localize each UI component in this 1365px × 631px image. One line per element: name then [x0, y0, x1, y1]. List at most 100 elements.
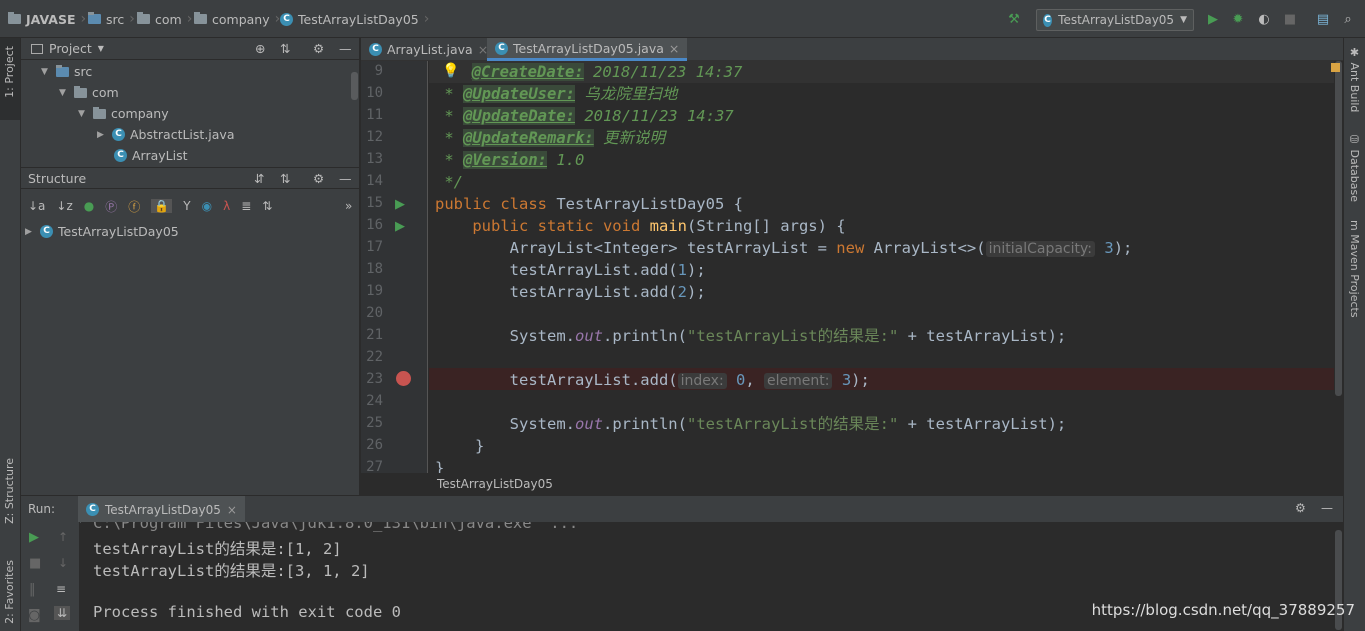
stop-icon[interactable]: ■	[29, 556, 41, 571]
ant-icon: ✱	[1348, 46, 1361, 59]
minimize-icon[interactable]: —	[339, 41, 352, 56]
collapse-all-icon[interactable]: ⇅	[262, 199, 272, 213]
sort-alphabetically-icon[interactable]: ↓z	[56, 199, 72, 213]
run-configuration-select[interactable]: C TestArrayListDay05 ▼	[1036, 9, 1194, 31]
gear-icon[interactable]: ⚙	[1295, 501, 1306, 515]
search-icon[interactable]: ⌕	[1340, 11, 1356, 27]
show-lambdas-icon[interactable]: ◉	[202, 199, 212, 213]
tree-item-company[interactable]: ▼ company	[78, 106, 169, 121]
keyword: public static void	[472, 217, 641, 235]
line-number: 10	[366, 85, 383, 101]
project-scrollbar[interactable]	[351, 72, 358, 100]
tree-item-src[interactable]: ▼ src	[41, 64, 92, 79]
gear-icon[interactable]: ⚙	[313, 171, 324, 186]
tree-item-arraylist[interactable]: C ArrayList	[114, 148, 188, 163]
soft-wrap-icon[interactable]: ≡	[56, 582, 66, 596]
run-tab[interactable]: C TestArrayListDay05 ×	[78, 496, 245, 523]
package-icon	[194, 12, 207, 24]
show-non-public-icon[interactable]: 🔒	[151, 199, 173, 213]
camera-icon[interactable]: ◙	[28, 608, 41, 623]
tree-item-com[interactable]: ▼ com	[59, 85, 119, 100]
line-number: 15	[366, 195, 383, 211]
stop-icon[interactable]: ■	[1282, 11, 1298, 27]
warning-marker-icon[interactable]	[1331, 63, 1340, 72]
class-icon: C	[369, 43, 382, 56]
expand-all-icon[interactable]: ⇵	[254, 171, 264, 186]
debug-bug-icon[interactable]: ✹	[1230, 11, 1246, 27]
breadcrumb-company[interactable]: company ›	[194, 11, 280, 27]
build-hammer-icon[interactable]: ⚒	[1006, 11, 1022, 27]
more-icon[interactable]: »	[345, 199, 352, 213]
tool-tab-ant-build[interactable]: ✱ Ant Build	[1348, 46, 1361, 112]
code-line-15: public class TestArrayListDay05 {	[435, 193, 743, 215]
line-number: 22	[366, 349, 383, 365]
run-icon[interactable]: ▶	[1205, 11, 1221, 27]
editor-scrollbar[interactable]	[1331, 61, 1343, 495]
project-structure-icon[interactable]: ▤	[1315, 11, 1331, 27]
rerun-icon[interactable]: ▶	[29, 530, 39, 545]
tab-arraylist-java[interactable]: C ArrayList.java ×	[361, 38, 496, 61]
pause-icon[interactable]: ‖	[29, 582, 36, 597]
tool-tab-label: Maven Projects	[1348, 234, 1361, 318]
line-number: 25	[366, 415, 383, 431]
line-number: 12	[366, 129, 383, 145]
tool-tab-favorites[interactable]: 2: Favorites	[3, 560, 16, 624]
editor-gutter: 9 10 11 12 13 14 15 16 17 18 19 20 21 22 23 24 25 26 27 ▶ …	[361, 61, 428, 475]
run-gutter-icon[interactable]: ▶	[395, 197, 405, 212]
coverage-shield-icon[interactable]: ◐	[1256, 11, 1272, 27]
javadoc-value: 更新说明	[593, 129, 665, 147]
locate-target-icon[interactable]: ⊕	[255, 41, 265, 56]
project-title[interactable]: Project	[49, 41, 92, 56]
line-number: 11	[366, 107, 383, 123]
breakpoint-icon[interactable]	[396, 371, 411, 386]
chevron-down-icon[interactable]: ▼	[98, 44, 104, 53]
expand-arrow-icon: ▼	[41, 66, 48, 77]
run-gutter-icon[interactable]: ▶	[395, 219, 405, 234]
show-inherited-icon[interactable]: ●	[84, 199, 94, 213]
breadcrumb-project[interactable]: JAVASE ›	[8, 11, 86, 27]
tool-tab-structure[interactable]: Z: Structure	[3, 458, 16, 524]
console-line: C:\Program Files\Java\jdk1.8.0_131\bin\j…	[93, 522, 579, 532]
breadcrumb-label: company	[212, 11, 270, 27]
lambda-icon[interactable]: λ	[223, 199, 230, 213]
close-icon[interactable]: ×	[227, 503, 237, 517]
tool-tab-maven[interactable]: m Maven Projects	[1348, 220, 1361, 318]
editor-breadcrumb[interactable]: TestArrayListDay05	[429, 473, 1334, 495]
tab-testarraylistday05-java[interactable]: C TestArrayListDay05.java ×	[487, 38, 688, 61]
code-line-11: * @UpdateDate: 2018/11/23 14:37	[435, 107, 734, 125]
arrow-up-icon[interactable]: ↑	[58, 530, 68, 544]
close-icon[interactable]: ×	[669, 41, 679, 56]
breadcrumb-class[interactable]: C TestArrayListDay05 ›	[280, 11, 429, 27]
sort-by-visibility-icon[interactable]: ↓a	[28, 199, 45, 213]
run-toolbar-secondary: ↑ ↓ ≡ ⇊	[48, 522, 80, 631]
minimize-icon[interactable]: —	[339, 171, 352, 186]
line-number: 27	[366, 459, 383, 475]
show-fields-icon[interactable]: ⓕ	[128, 198, 140, 215]
package-icon	[74, 85, 87, 98]
scroll-to-end-icon[interactable]: ⇊	[54, 606, 71, 620]
minimize-icon[interactable]: —	[1321, 501, 1333, 515]
gear-icon[interactable]: ⚙	[313, 41, 324, 56]
parameter-hint: element:	[764, 373, 833, 389]
code-text: System.	[509, 415, 575, 433]
code-line-14: */	[435, 173, 463, 191]
package-icon	[137, 12, 150, 24]
line-number: 20	[366, 305, 383, 321]
code-text: testArrayList.add(	[509, 283, 678, 301]
collapse-all-icon[interactable]: ⇅	[280, 41, 290, 56]
show-properties-icon[interactable]: Ⓟ	[105, 198, 117, 215]
arrow-down-icon[interactable]: ↓	[58, 556, 68, 570]
tool-tab-database[interactable]: ⛁ Database	[1348, 133, 1361, 202]
show-anonymous-icon[interactable]: Y	[183, 199, 190, 213]
expand-all-icon[interactable]: ≣	[241, 199, 251, 213]
tool-tab-project[interactable]: 1: Project	[3, 46, 16, 98]
structure-root-item[interactable]: ▶ C TestArrayListDay05	[25, 224, 179, 239]
breadcrumb-com[interactable]: com ›	[137, 11, 192, 27]
breadcrumb-src[interactable]: src ›	[88, 11, 135, 27]
collapse-all-icon[interactable]: ⇅	[280, 171, 290, 186]
tree-item-abstractlist[interactable]: ▶ C AbstractList.java	[97, 127, 235, 142]
collapse-arrow-icon: ▶	[97, 129, 104, 140]
editor-scroll-thumb[interactable]	[1335, 61, 1342, 396]
left-tool-window-strip: 1: Project Z: Structure 2: Favorites	[0, 38, 21, 631]
code-editor[interactable]: 💡 @CreateDate: 2018/11/23 14:37 * @Updat…	[429, 61, 1334, 473]
